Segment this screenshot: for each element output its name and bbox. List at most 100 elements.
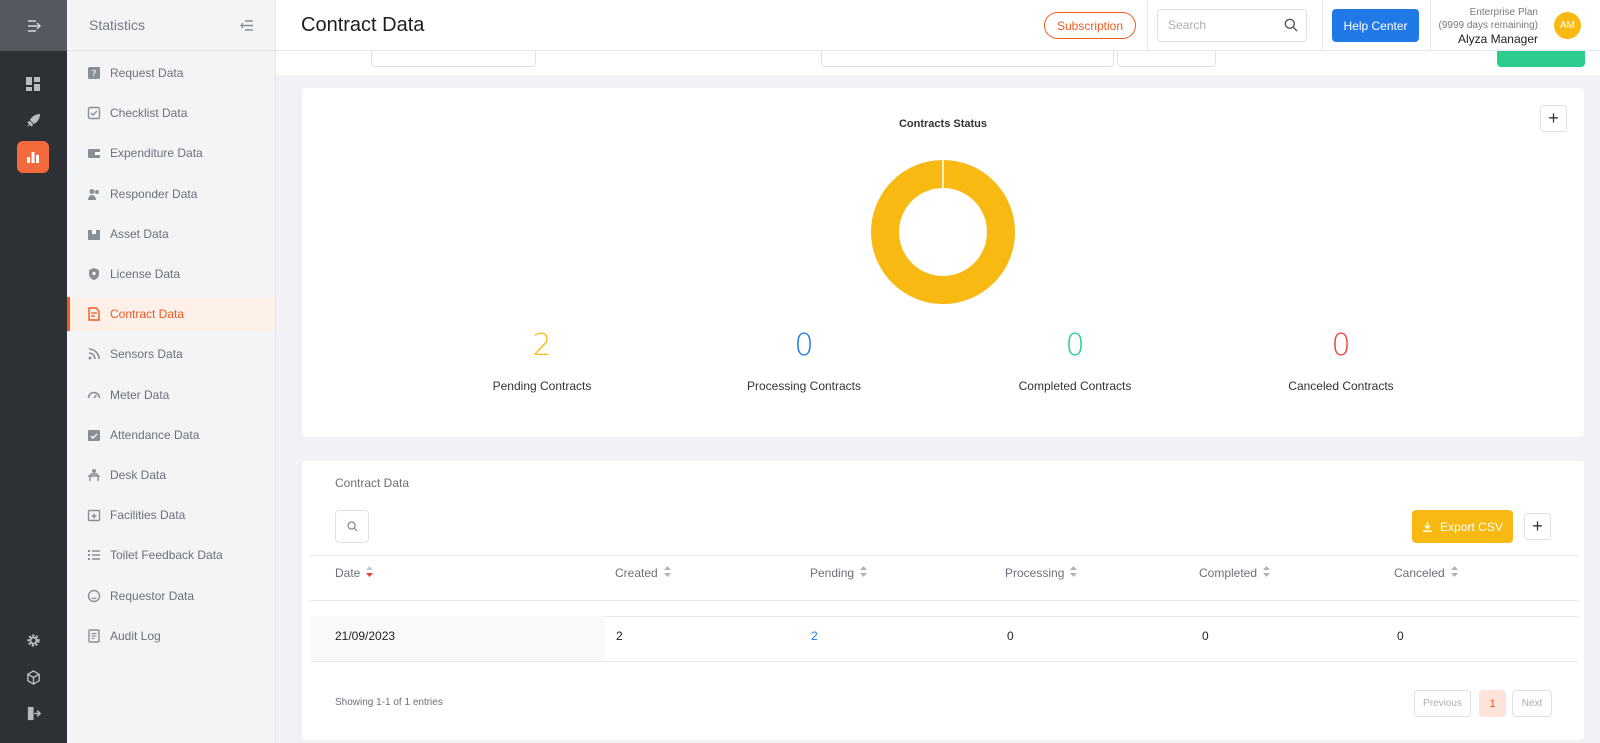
sidebar-item-label: Toilet Feedback Data — [110, 548, 223, 563]
column-header-created[interactable]: Created — [615, 566, 671, 580]
cell-date: 21/09/2023 — [335, 629, 396, 643]
cell-pending[interactable]: 2 — [811, 629, 818, 643]
users-icon — [87, 187, 101, 201]
sort-icon — [1450, 566, 1458, 580]
column-header-label: Pending — [810, 566, 855, 580]
sidebar-item-label: Desk Data — [110, 468, 167, 482]
statistics-icon — [27, 152, 39, 163]
apply-filter-button[interactable] — [1497, 51, 1585, 67]
sidebar-item-sensors-data[interactable]: Sensors Data — [67, 337, 275, 371]
sidebar-item-responder-data[interactable]: Responder Data — [67, 177, 275, 211]
table-title: Contract Data — [335, 476, 410, 490]
header-divider — [1147, 0, 1148, 51]
menu-toggle-button[interactable] — [0, 0, 67, 51]
filter-select[interactable] — [1117, 51, 1216, 67]
search-icon — [346, 521, 358, 532]
export-csv-label: Export CSV — [1440, 519, 1503, 534]
sidebar-item-label: Expenditure Data — [110, 146, 203, 161]
sidebar-item-meter-data[interactable]: Meter Data — [67, 378, 275, 412]
table-divider — [310, 661, 1578, 662]
previous-page-button[interactable]: Previous — [1414, 690, 1471, 717]
sidebar-item-label: Audit Log — [110, 628, 161, 643]
sidebar-header: Statistics — [67, 0, 275, 51]
contracts-status-card: Contracts Status + 2 Pending Contracts 0 Pr… — [302, 88, 1584, 437]
column-header-label: Canceled — [1394, 566, 1445, 580]
launch-nav-button[interactable] — [17, 104, 49, 136]
cube-icon — [26, 669, 40, 685]
column-header-label: Created — [615, 566, 658, 580]
subscription-button[interactable]: Subscription — [1044, 12, 1136, 39]
search-icon[interactable] — [1284, 18, 1298, 32]
column-header-processing[interactable]: Processing — [1005, 566, 1078, 580]
stat-value: 0 — [794, 328, 814, 363]
stat-label: Pending Contracts — [492, 379, 592, 393]
filter-select[interactable] — [821, 51, 1114, 67]
gauge-icon — [87, 388, 101, 402]
calendar-plus-icon — [87, 508, 101, 522]
sidebar-item-asset-data[interactable]: Asset Data — [67, 217, 275, 251]
logout-icon — [27, 706, 41, 720]
sidebar-item-request-data[interactable]: ? Request Data — [67, 56, 275, 90]
desk-icon — [87, 468, 101, 482]
column-header-pending[interactable]: Pending — [810, 566, 868, 580]
stat-label: Completed Contracts — [1018, 379, 1132, 393]
cell-processing: 0 — [1007, 629, 1014, 643]
sort-icon — [1263, 566, 1271, 580]
sidebar-item-expenditure-data[interactable]: Expenditure Data — [67, 136, 275, 170]
dashboard-nav-button[interactable] — [17, 68, 49, 100]
menu-collapse-icon — [27, 19, 41, 32]
column-header-label: Completed — [1199, 566, 1258, 580]
user-name[interactable]: Alyza Manager — [1418, 33, 1538, 46]
page-1-button[interactable]: 1 — [1479, 690, 1506, 717]
add-widget-button[interactable]: + — [1540, 105, 1567, 132]
sidebar-item-attendance-data[interactable]: Attendance Data — [67, 418, 275, 452]
signal-icon — [87, 347, 101, 361]
sidebar-item-contract-data[interactable]: Contract Data — [67, 297, 275, 332]
sidebar-item-facilities-data[interactable]: Facilities Data — [67, 498, 275, 532]
header-divider — [1322, 0, 1323, 51]
checklist-icon — [87, 106, 101, 120]
avatar[interactable]: AM — [1554, 12, 1581, 39]
sidebar-item-audit-log[interactable]: Audit Log — [67, 619, 275, 653]
table-search-button[interactable] — [335, 510, 369, 543]
header-search — [1157, 9, 1307, 42]
sidebar-item-requestor-data[interactable]: Requestor Data — [67, 579, 275, 613]
entries-info: Showing 1-1 of 1 entries — [335, 697, 443, 708]
column-header-canceled[interactable]: Canceled — [1394, 566, 1458, 580]
logout-nav-button[interactable] — [17, 697, 49, 729]
sidebar-item-license-data[interactable]: License Data — [67, 257, 275, 291]
settings-nav-button[interactable] — [17, 624, 49, 656]
help-center-button[interactable]: Help Center — [1332, 9, 1419, 42]
modules-nav-button[interactable] — [17, 661, 49, 693]
export-csv-button[interactable]: Export CSV — [1412, 510, 1513, 543]
sidebar-item-toilet-feedback-data[interactable]: Toilet Feedback Data — [67, 538, 275, 572]
sidebar-item-desk-data[interactable]: Desk Data — [67, 458, 275, 492]
smile-icon — [87, 589, 101, 603]
svg-text:?: ? — [92, 70, 97, 80]
statistics-nav-button[interactable] — [17, 141, 49, 173]
wallet-icon — [87, 146, 101, 160]
column-header-label: Processing — [1005, 566, 1065, 580]
download-icon — [1423, 521, 1433, 532]
column-header-date[interactable]: Date — [335, 566, 374, 580]
filter-select[interactable] — [371, 51, 536, 67]
add-widget-button[interactable]: + — [1524, 513, 1551, 540]
sidebar-item-label: Facilities Data — [110, 508, 186, 523]
document-icon — [87, 629, 101, 643]
column-header-completed[interactable]: Completed — [1199, 566, 1271, 580]
sidebar-item-checklist-data[interactable]: Checklist Data — [67, 96, 275, 130]
plan-info: Enterprise Plan (9999 days remaining) Al… — [1418, 6, 1539, 46]
sidebar-item-label: Contract Data — [110, 307, 185, 322]
sort-desc-icon — [366, 566, 374, 580]
stat-pending-contracts: 2 Pending Contracts — [442, 328, 642, 393]
next-page-button[interactable]: Next — [1512, 690, 1552, 717]
chart-title: Contracts Status — [898, 118, 988, 130]
column-header-label: Date — [335, 566, 361, 580]
table-divider — [310, 600, 1578, 601]
sidebar-item-label: Responder Data — [110, 186, 198, 201]
collapse-sidebar-icon[interactable] — [240, 19, 253, 31]
search-input[interactable] — [1168, 18, 1278, 32]
sidebar-item-label: Meter Data — [110, 387, 170, 402]
donut-slice-pending[interactable] — [871, 160, 1015, 304]
contract-table-card: Contract Data Export CSV + Date Created Pe… — [302, 461, 1584, 740]
